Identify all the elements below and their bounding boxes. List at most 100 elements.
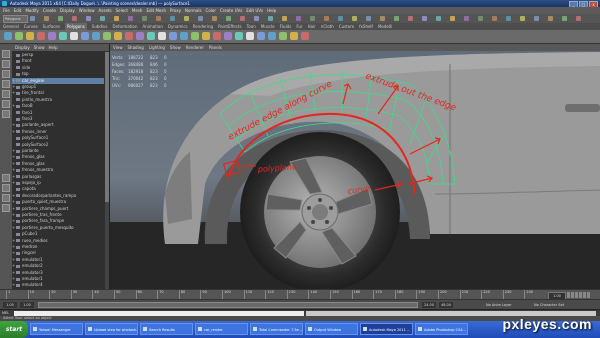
shelf-tool-icon[interactable] bbox=[169, 32, 177, 40]
move-tool-icon[interactable] bbox=[2, 80, 10, 88]
outliner-row[interactable]: + portiere_tras_frente bbox=[12, 212, 104, 218]
outliner-row[interactable]: + emulator3 bbox=[12, 270, 104, 276]
outliner-scroll-thumb[interactable] bbox=[105, 52, 109, 202]
status-tool-icon[interactable] bbox=[86, 16, 91, 21]
status-tool-icon[interactable] bbox=[548, 16, 553, 21]
status-tool-icon[interactable] bbox=[352, 16, 357, 21]
select-tool-icon[interactable] bbox=[2, 50, 10, 58]
outliner-row[interactable]: + parlante bbox=[12, 148, 104, 154]
outliner-row[interactable]: faro1 bbox=[12, 110, 104, 116]
status-tool-icon[interactable] bbox=[534, 16, 539, 21]
shelf-tool-icon[interactable] bbox=[290, 32, 298, 40]
outliner-row[interactable]: + car_engine bbox=[12, 77, 104, 84]
outliner-row[interactable]: pCube1 bbox=[12, 231, 104, 237]
shelf-tab-modelli[interactable]: Modelli bbox=[378, 23, 392, 30]
outliner-row[interactable]: + frenos_glas bbox=[12, 154, 104, 160]
status-tool-icon[interactable] bbox=[562, 16, 567, 21]
outliner-row[interactable]: + group1 bbox=[12, 84, 104, 90]
perspective-viewport[interactable]: extrude edge along curve extrude out the… bbox=[110, 44, 600, 289]
play-forward-icon[interactable] bbox=[579, 292, 582, 298]
shelf-tool-icon[interactable] bbox=[257, 32, 265, 40]
menu-proxy[interactable]: Proxy bbox=[170, 7, 181, 14]
outliner-row[interactable]: persp bbox=[12, 52, 104, 58]
outliner-row[interactable]: + emulator1 bbox=[12, 257, 104, 263]
status-tool-icon[interactable] bbox=[310, 16, 315, 21]
outliner-row[interactable]: + medron bbox=[12, 244, 104, 250]
graph-layout-icon[interactable] bbox=[2, 204, 10, 212]
playback-start-field[interactable]: 1.00 bbox=[20, 302, 34, 308]
menu-mesh[interactable]: Mesh bbox=[132, 7, 143, 14]
anim-layer-menu[interactable]: No Anim Layer bbox=[486, 302, 528, 308]
shelf-tab-animation[interactable]: Animation bbox=[143, 23, 163, 30]
status-tool-icon[interactable] bbox=[30, 16, 35, 21]
status-tool-icon[interactable] bbox=[506, 16, 511, 21]
shelf-tool-icon[interactable] bbox=[213, 32, 221, 40]
menu-edit-mesh[interactable]: Edit Mesh bbox=[146, 7, 166, 14]
menu-select[interactable]: Select bbox=[116, 7, 128, 14]
menu-create[interactable]: Create bbox=[43, 7, 56, 14]
shelf-tool-icon[interactable] bbox=[114, 32, 122, 40]
panel-menu-show[interactable]: Show bbox=[170, 44, 181, 51]
shelf-tool-icon[interactable] bbox=[70, 32, 78, 40]
taskbar-item[interactable]: car_render bbox=[195, 323, 248, 335]
character-set-menu[interactable]: No Character Set bbox=[534, 302, 584, 308]
shelf-tool-icon[interactable] bbox=[15, 32, 23, 40]
outliner-scrollbar[interactable] bbox=[105, 52, 109, 289]
status-tool-icon[interactable] bbox=[72, 16, 77, 21]
paint-select-tool-icon[interactable] bbox=[2, 70, 10, 78]
shelf-tab-fxshelf[interactable]: fxShelf bbox=[359, 23, 373, 30]
status-tool-icon[interactable] bbox=[184, 16, 189, 21]
playback-end-field[interactable]: 24.00 bbox=[422, 302, 436, 308]
status-tool-icon[interactable] bbox=[478, 16, 483, 21]
outliner-menu-display[interactable]: Display bbox=[15, 44, 30, 51]
shelf-tab-rendering[interactable]: Rendering bbox=[193, 23, 213, 30]
outliner-row[interactable]: + decoradorparlantes_rampo bbox=[12, 193, 104, 199]
outliner-layout-icon[interactable] bbox=[2, 194, 10, 202]
status-tool-icon[interactable] bbox=[520, 16, 525, 21]
status-tool-icon[interactable] bbox=[338, 16, 343, 21]
shelf-tab-subdivs[interactable]: Subdivs bbox=[92, 23, 108, 30]
shelf-tool-icon[interactable] bbox=[191, 32, 199, 40]
shelf-tool-icon[interactable] bbox=[301, 32, 309, 40]
shelf-tool-icon[interactable] bbox=[158, 32, 166, 40]
end-time-field[interactable]: 48.00 bbox=[439, 302, 453, 308]
shelf-tool-icon[interactable] bbox=[202, 32, 210, 40]
outliner-row[interactable]: + frenos_muestra bbox=[12, 167, 104, 173]
panel-menu-lighting[interactable]: Lighting bbox=[149, 44, 165, 51]
go-to-end-icon[interactable] bbox=[587, 292, 590, 298]
outliner-row[interactable]: + emulator2 bbox=[12, 263, 104, 269]
shelf-tool-icon[interactable] bbox=[103, 32, 111, 40]
mode-selector[interactable]: Polygons bbox=[3, 15, 28, 23]
four-pane-layout-icon[interactable] bbox=[2, 184, 10, 192]
status-tool-icon[interactable] bbox=[100, 16, 105, 21]
outliner-row[interactable]: + puerto_quiet_muestra bbox=[12, 199, 104, 205]
outliner-row[interactable]: + ringcel bbox=[12, 250, 104, 256]
panel-menu-shading[interactable]: Shading bbox=[128, 44, 144, 51]
shelf-tab-fluids[interactable]: Fluids bbox=[280, 23, 292, 30]
outliner-row[interactable]: + tire_frontal bbox=[12, 90, 104, 96]
shelf-tool-icon[interactable] bbox=[59, 32, 67, 40]
step-forward-icon[interactable] bbox=[583, 292, 586, 298]
status-tool-icon[interactable] bbox=[576, 16, 581, 21]
outliner-row[interactable]: polySurface2 bbox=[12, 142, 104, 148]
outliner-row[interactable]: + portiere_puerto_mesquito bbox=[12, 225, 104, 231]
menu-edit[interactable]: Edit bbox=[14, 7, 22, 14]
lasso-tool-icon[interactable] bbox=[2, 60, 10, 68]
status-tool-icon[interactable] bbox=[156, 16, 161, 21]
outliner-menu-help[interactable]: Help bbox=[49, 44, 58, 51]
menu-window[interactable]: Window bbox=[79, 7, 95, 14]
status-tool-icon[interactable] bbox=[450, 16, 455, 21]
menu-help[interactable]: Help bbox=[267, 7, 276, 14]
shelf-tool-icon[interactable] bbox=[92, 32, 100, 40]
range-bar[interactable] bbox=[38, 302, 418, 308]
shelf-tool-icon[interactable] bbox=[147, 32, 155, 40]
shelf-tab-hair[interactable]: Hair bbox=[308, 23, 316, 30]
outliner-row[interactable]: front bbox=[12, 58, 104, 64]
outliner-row[interactable]: + espejo_ip bbox=[12, 180, 104, 186]
start-time-field[interactable]: 1.00 bbox=[3, 302, 17, 308]
go-to-start-icon[interactable] bbox=[567, 292, 570, 298]
outliner-row[interactable]: capota bbox=[12, 186, 104, 192]
shelf-tab-curves[interactable]: Curves bbox=[24, 23, 38, 30]
outliner-row[interactable]: polySurface1 bbox=[12, 135, 104, 141]
shelf-tool-icon[interactable] bbox=[136, 32, 144, 40]
